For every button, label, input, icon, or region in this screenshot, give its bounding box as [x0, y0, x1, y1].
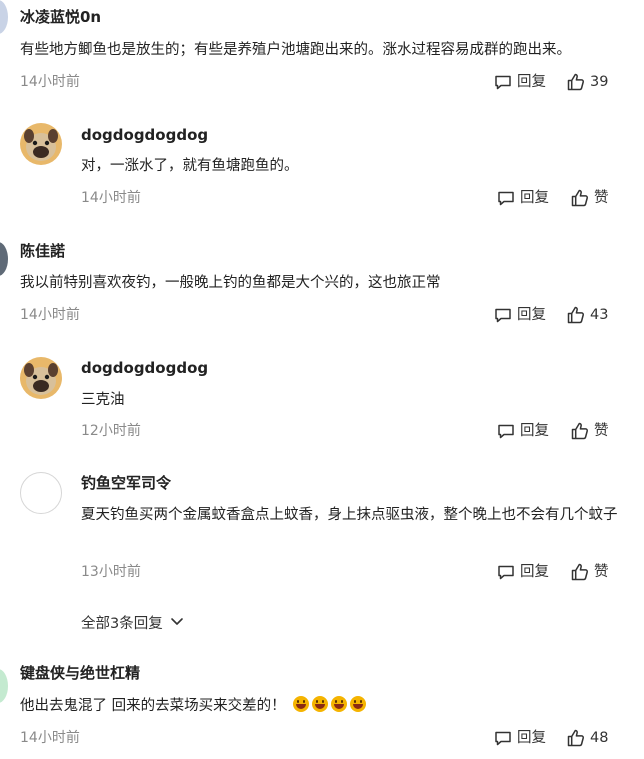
like-count: 43: [590, 307, 609, 323]
grinning-face-icon: [350, 696, 367, 712]
avatar[interactable]: [0, 242, 8, 276]
like-button[interactable]: 赞: [570, 188, 609, 208]
comment-reply: dogdogdogdog 对，一涨水了，就有鱼塘跑鱼的。 14小时前 回复 赞: [0, 115, 644, 220]
reply-label: 回复: [517, 74, 546, 90]
comment-time: 14小时前: [20, 74, 80, 90]
avatar[interactable]: [20, 123, 62, 165]
chevron-down-icon: [169, 613, 185, 635]
reply-button[interactable]: 回复: [496, 562, 549, 582]
like-button[interactable]: 赞: [570, 421, 609, 441]
comment-text-content: 他出去鬼混了 回来的去菜场买来交差的！: [20, 698, 286, 714]
like-label: 赞: [594, 423, 609, 439]
comment-text: 三克油: [81, 392, 125, 408]
like-button[interactable]: 39: [566, 72, 608, 92]
comment-icon: [496, 421, 516, 441]
reply-button[interactable]: 回复: [493, 305, 546, 325]
avatar[interactable]: [0, 0, 8, 34]
avatar[interactable]: [0, 669, 8, 703]
grinning-face-icon: [331, 696, 348, 712]
comment-time: 14小时前: [20, 307, 80, 323]
emoji-row: [290, 696, 367, 714]
comment-author[interactable]: 陈佳諾: [20, 241, 65, 261]
comment-time: 13小时前: [81, 564, 141, 580]
reply-button[interactable]: 回复: [493, 728, 546, 748]
comment-text: 夏天钓鱼买两个金属蚊香盒点上蚊香，身上抹点驱虫液，整个晚上也不会有几个蚊子: [81, 507, 618, 523]
comment-time: 14小时前: [81, 190, 141, 206]
avatar[interactable]: [20, 472, 62, 514]
reply-button[interactable]: 回复: [496, 188, 549, 208]
reply-button[interactable]: 回复: [493, 72, 546, 92]
comment: 键盘侠与绝世杠精 他出去鬼混了 回来的去菜场买来交差的！ 14小时前 回复 48: [0, 655, 644, 759]
like-count: 39: [590, 74, 609, 90]
comment-author[interactable]: 键盘侠与绝世杠精: [20, 663, 140, 683]
thumbs-up-icon: [566, 72, 586, 92]
thumbs-up-icon: [566, 728, 586, 748]
reply-button[interactable]: 回复: [496, 421, 549, 441]
thumbs-up-icon: [570, 188, 590, 208]
comment-author[interactable]: dogdogdogdog: [81, 358, 208, 378]
comment-icon: [493, 72, 513, 92]
grinning-face-icon: [293, 696, 310, 712]
reply-label: 回复: [517, 307, 546, 323]
reply-label: 回复: [520, 423, 549, 439]
comment-text: 我以前特别喜欢夜钓，一般晚上钓的鱼都是大个兴的，这也旅正常: [20, 275, 441, 291]
comment-icon: [496, 562, 516, 582]
comment-icon: [493, 728, 513, 748]
thumbs-up-icon: [566, 305, 586, 325]
comment-text: 对，一涨水了，就有鱼塘跑鱼的。: [81, 158, 299, 174]
avatar[interactable]: [20, 357, 62, 399]
reply-label: 回复: [517, 730, 546, 746]
comment-author[interactable]: 钓鱼空军司令: [81, 473, 171, 493]
comment-time: 14小时前: [20, 730, 80, 746]
comment: 冰凌蓝悦0n 有些地方鲫鱼也是放生的；有些是养殖户池塘跑出来的。涨水过程容易成群…: [0, 0, 644, 105]
expand-replies-button[interactable]: 全部3条回复: [81, 613, 185, 635]
expand-replies-label: 全部3条回复: [81, 616, 163, 632]
pug-icon: [20, 357, 62, 399]
pug-icon: [20, 123, 62, 165]
thumbs-up-icon: [570, 421, 590, 441]
reply-label: 回复: [520, 564, 549, 580]
grinning-face-icon: [312, 696, 329, 712]
comment-icon: [496, 188, 516, 208]
comment-reply: 钓鱼空军司令 夏天钓鱼买两个金属蚊香盒点上蚊香，身上抹点驱虫液，整个晚上也不会有…: [0, 464, 644, 594]
comment-text: 有些地方鲫鱼也是放生的；有些是养殖户池塘跑出来的。涨水过程容易成群的跑出来。: [20, 42, 571, 58]
comment: 陈佳諾 我以前特别喜欢夜钓，一般晚上钓的鱼都是大个兴的，这也旅正常 14小时前 …: [0, 232, 644, 337]
reply-label: 回复: [520, 190, 549, 206]
comment-icon: [493, 305, 513, 325]
like-count: 48: [590, 730, 609, 746]
comment-author[interactable]: dogdogdogdog: [81, 125, 208, 145]
like-label: 赞: [594, 190, 609, 206]
comment-time: 12小时前: [81, 423, 141, 439]
comment-reply: dogdogdogdog 三克油 12小时前 回复 赞: [0, 349, 644, 454]
like-label: 赞: [594, 564, 609, 580]
like-button[interactable]: 赞: [570, 562, 609, 582]
comment-text: 他出去鬼混了 回来的去菜场买来交差的！: [20, 693, 630, 719]
like-button[interactable]: 43: [566, 305, 608, 325]
thumbs-up-icon: [570, 562, 590, 582]
comment-author[interactable]: 冰凌蓝悦0n: [20, 7, 101, 27]
like-button[interactable]: 48: [566, 728, 608, 748]
